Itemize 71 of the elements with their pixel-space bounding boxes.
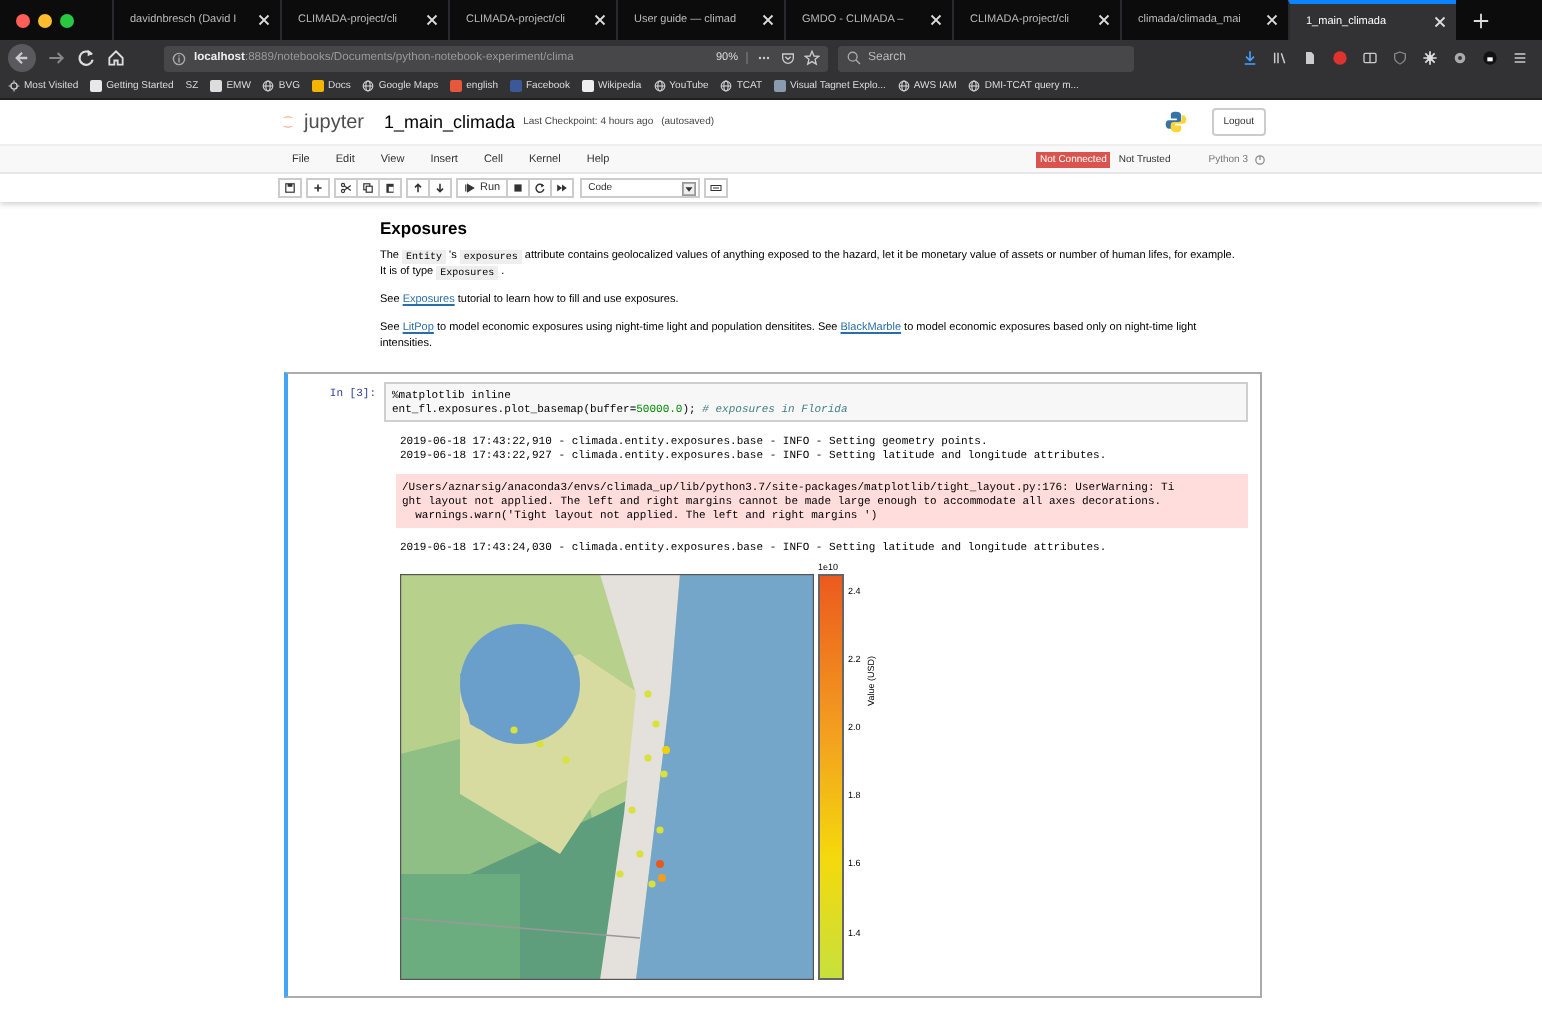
stop-sign-icon[interactable] [1332,50,1348,66]
section-heading: Exposures [380,218,469,238]
python-logo-icon [1163,110,1188,134]
move-down-button[interactable] [428,178,452,198]
sidebar-icon[interactable] [1362,50,1378,66]
menu-icon[interactable] [1512,50,1528,66]
document-icon[interactable] [1302,50,1318,66]
close-icon[interactable] [762,14,774,26]
arrow-down-icon [434,182,446,194]
favicon-icon[interactable] [581,80,594,92]
favicon-icon[interactable] [90,80,103,92]
add-cell-button[interactable] [306,178,330,198]
extension-icon[interactable] [1452,50,1468,66]
favicon-icon[interactable] [311,80,324,92]
favicon-icon[interactable] [210,80,223,92]
gear-icon[interactable] [8,80,20,92]
globe-icon[interactable] [362,80,375,92]
close-icon[interactable] [594,14,606,26]
fast-forward-button[interactable] [550,178,575,198]
home-icon[interactable] [106,48,126,68]
plus-icon [312,182,324,194]
reload-icon [534,182,547,194]
paste-button[interactable] [378,178,402,198]
arrow-up-icon [412,182,424,194]
download-icon[interactable] [1242,50,1258,66]
library-icon[interactable] [1272,50,1288,66]
copy-button[interactable] [356,178,380,198]
pocket-icon[interactable] [780,50,796,66]
copy-icon [362,182,374,194]
forward-icon[interactable] [46,48,66,68]
save-button[interactable] [278,178,302,198]
close-icon[interactable] [1266,14,1278,26]
close-icon[interactable] [426,14,438,26]
close-icon[interactable] [930,14,942,26]
code-cell[interactable] [284,372,1262,998]
close-icon[interactable] [1098,14,1110,26]
search-icon [846,50,862,66]
clipboard-icon [384,182,396,194]
lock-icon[interactable] [1482,50,1498,66]
scissors-icon [340,182,352,194]
kernel-status-icon [1254,153,1266,165]
close-icon[interactable] [258,14,270,26]
globe-icon[interactable] [653,80,666,92]
move-up-button[interactable] [406,178,430,198]
reload-icon[interactable] [76,48,96,68]
fast-forward-icon [556,182,569,194]
jupyter-logo-text[interactable]: jupyter [304,111,365,133]
stop-icon [512,182,525,194]
globe-icon[interactable] [897,80,910,92]
info-icon[interactable] [172,51,186,65]
caret-icon[interactable] [682,181,697,195]
settings-icon[interactable] [1422,50,1438,66]
save-icon [284,182,296,194]
globe-icon[interactable] [968,80,981,92]
maximize-window-icon[interactable] [60,13,74,27]
close-icon[interactable] [1434,16,1446,28]
back-icon[interactable] [8,44,36,72]
restart-button[interactable] [528,178,553,198]
new-tab-icon[interactable] [1472,11,1490,29]
globe-icon[interactable] [720,80,733,92]
cut-button[interactable] [334,178,358,198]
minimize-window-icon[interactable] [38,13,52,27]
star-icon[interactable] [804,50,820,66]
stop-button[interactable] [506,178,531,198]
globe-icon[interactable] [262,80,275,92]
keyboard-icon [710,182,723,194]
close-window-icon[interactable] [16,13,30,27]
shield-icon[interactable] [1392,50,1408,66]
keyboard-button[interactable] [704,178,729,198]
step-forward-icon [464,182,476,194]
notebook-title[interactable]: 1_main_climada [384,112,516,132]
